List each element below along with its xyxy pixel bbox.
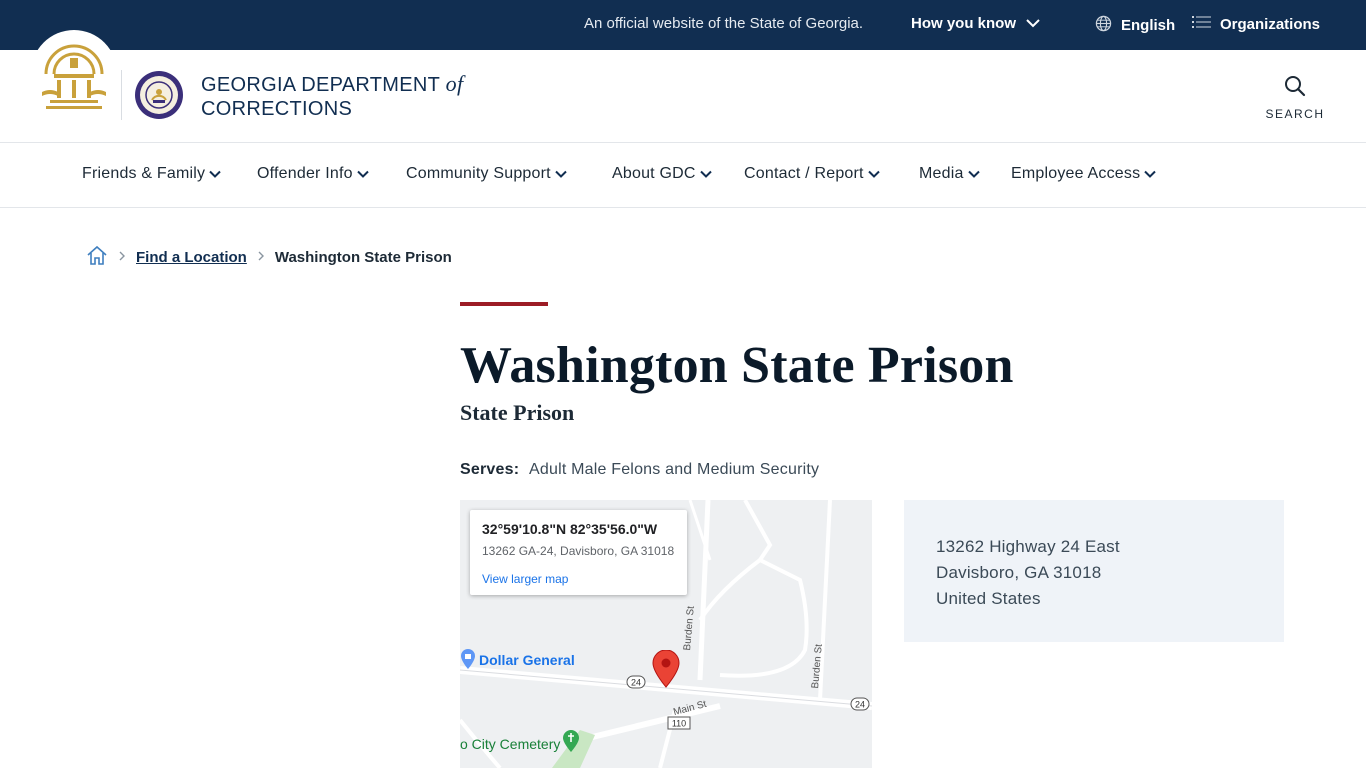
address-box: 13262 Highway 24 East Davisboro, GA 3101… [904,500,1284,642]
page-title: Washington State Prison [460,337,1014,394]
nav-item-label: Community Support [406,165,551,182]
cemetery-pin-icon[interactable] [562,729,580,758]
nav-item-label: Employee Access [1011,165,1141,182]
nav-item-label: Offender Info [257,165,353,182]
nav-item-community-support[interactable]: Community Support [406,165,567,183]
main-nav: Friends & Family Offender Info Community… [0,143,1366,208]
chevron-down-icon [967,170,980,178]
page-subtitle: State Prison [460,400,575,425]
poi-dollar-general[interactable]: Dollar General [479,652,575,668]
header-divider [121,70,122,120]
breadcrumb: Find a Location Washington State Prison [86,244,452,270]
route-24-shield-icon: 24 [850,697,870,711]
nav-item-friends-family[interactable]: Friends & Family [82,165,221,183]
nav-item-employee-access[interactable]: Employee Access [1011,165,1156,183]
search-label: SEARCH [1265,107,1325,121]
shield-24-text: 24 [631,678,641,688]
chevron-down-icon [555,170,567,178]
agency-line-1: GEORGIA DEPARTMENT [201,74,440,96]
list-icon [1192,15,1212,33]
nav-item-media[interactable]: Media [919,165,980,183]
breadcrumb-find-location[interactable]: Find a Location [136,249,247,266]
nav-item-label: Contact / Report [744,165,864,182]
how-you-know-button[interactable]: How you know [911,15,1040,32]
poi-cemetery[interactable]: o City Cemetery [460,736,560,752]
route-110-shield-icon: 110 [667,716,691,730]
chevron-down-icon [1026,15,1040,32]
chevron-down-icon [867,170,880,178]
chevron-right-icon [257,249,265,265]
nav-item-label: Friends & Family [82,165,206,182]
chevron-right-icon [118,249,126,265]
location-pin-icon[interactable] [652,649,680,693]
shield-24-text: 24 [855,700,865,710]
globe-icon [1095,15,1112,36]
address-line-2: Davisboro, GA 31018 [936,563,1102,582]
how-you-know-label: How you know [911,15,1016,32]
view-larger-map-link[interactable]: View larger map [482,572,568,586]
nav-item-contact-report[interactable]: Contact / Report [744,165,880,183]
serves-label: Serves: [460,461,520,478]
georgia-seal-icon[interactable] [40,40,108,121]
address-line-1: 13262 Highway 24 East [936,537,1120,556]
address-line-3: United States [936,589,1041,608]
language-selector[interactable]: English [1095,15,1175,36]
serves-value: Adult Male Felons and Medium Security [529,461,820,478]
map-coordinates: 32°59'10.8"N 82°35'56.0"W [482,521,658,537]
chevron-down-icon [699,170,712,178]
search-icon [1283,76,1307,102]
search-button[interactable]: SEARCH [1262,74,1328,121]
site-header: GEORGIA DEPARTMENT of CORRECTIONS SEARCH [0,30,1366,143]
home-icon[interactable] [86,244,108,270]
title-accent-bar [460,302,548,306]
chevron-down-icon [356,170,369,178]
breadcrumb-current: Washington State Prison [274,248,452,266]
map-info-card: 32°59'10.8"N 82°35'56.0"W 13262 GA-24, D… [470,510,687,595]
official-site-text: An official website of the State of Geor… [584,15,864,32]
nav-item-about-gdc[interactable]: About GDC [612,165,712,183]
shield-110-text: 110 [672,719,686,729]
location-map[interactable]: 24 24 110 Burden St Burden St Main St Do… [460,500,872,768]
map-address: 13262 GA-24, Davisboro, GA 31018 [482,544,675,558]
nav-item-label: About GDC [612,165,696,182]
official-banner: An official website of the State of Geor… [0,0,1366,50]
gdc-seal-icon[interactable] [134,70,184,125]
route-24-shield-icon: 24 [626,675,646,689]
organizations-button[interactable]: Organizations [1192,15,1320,33]
nav-item-offender-info[interactable]: Offender Info [257,165,369,183]
language-label: English [1121,17,1176,34]
chevron-down-icon [209,170,221,178]
agency-name[interactable]: GEORGIA DEPARTMENT of CORRECTIONS [201,72,463,121]
serves-line: Serves: Adult Male Felons and Medium Sec… [460,461,819,479]
agency-of: of [445,71,464,96]
organizations-label: Organizations [1220,15,1321,33]
agency-line-2: CORRECTIONS [201,98,353,120]
chevron-down-icon [1144,170,1156,178]
shopping-bag-icon[interactable] [460,648,476,675]
nav-item-label: Media [919,165,964,182]
